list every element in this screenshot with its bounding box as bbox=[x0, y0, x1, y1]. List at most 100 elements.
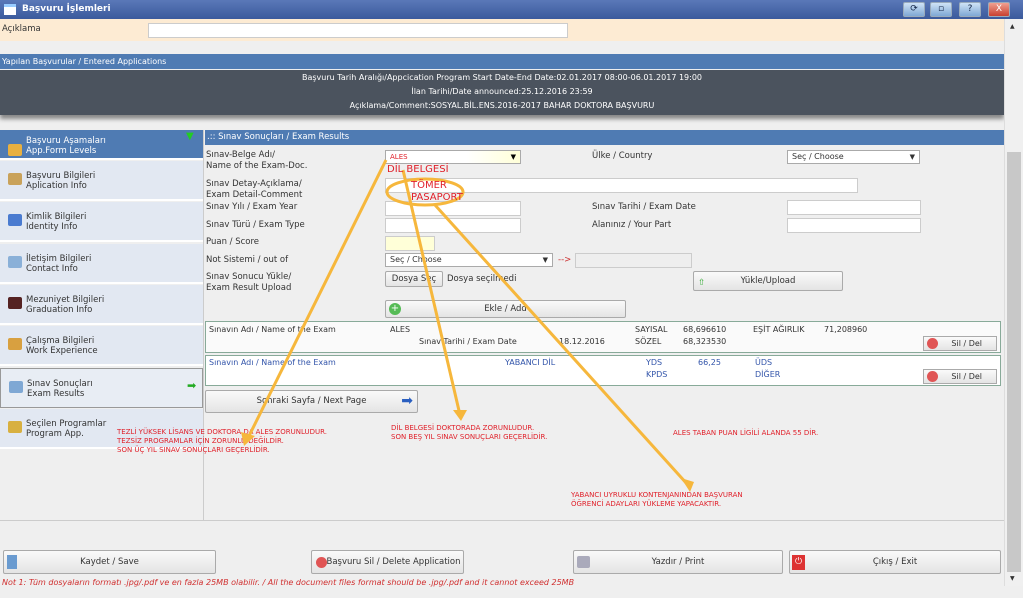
exam-name-label: Sınav-Belge Adı/Name of the Exam-Doc. bbox=[206, 150, 307, 172]
type-input[interactable] bbox=[385, 218, 521, 233]
exam-name-label-l2: Name of the Exam-Doc. bbox=[206, 161, 308, 171]
window-icon bbox=[4, 4, 16, 15]
score-input[interactable] bbox=[385, 236, 435, 251]
score-label: Puan / Score bbox=[206, 237, 260, 247]
result-value: 71,208960 bbox=[824, 325, 868, 334]
note-line: TEZSİZ PROGRAMLAR İÇİN ZORUNLU DEĞİLDİR. bbox=[117, 437, 284, 445]
upload-button[interactable]: ⇧ Yükle/Upload bbox=[693, 271, 843, 291]
sidebar-item-sublabel: Identity Info bbox=[26, 222, 78, 233]
sidebar-item-icon bbox=[9, 380, 23, 393]
result-key: SAYISAL bbox=[635, 325, 668, 334]
arrow-right-icon: ➡ bbox=[401, 393, 413, 409]
chevron-down-icon: ▼ bbox=[510, 153, 516, 161]
floppy-icon bbox=[7, 555, 17, 569]
delete-icon bbox=[316, 557, 327, 568]
chevron-down-icon: ▼ bbox=[909, 153, 915, 161]
close-icon[interactable]: X bbox=[988, 2, 1010, 17]
result-key: ÜDS bbox=[755, 358, 773, 367]
plus-icon: + bbox=[389, 303, 401, 315]
window-titlebar: Başvuru İşlemleri bbox=[0, 0, 1023, 19]
upload-label: Sınav Sonucu Yükle/Exam Result Upload bbox=[206, 272, 291, 294]
result-value: 68,696610 bbox=[683, 325, 727, 334]
description-input[interactable] bbox=[148, 23, 568, 38]
folder-icon bbox=[8, 144, 22, 156]
exit-label: Çıkış / Exit bbox=[872, 557, 918, 567]
result-value: 68,323530 bbox=[683, 337, 727, 346]
result-row: Sınavın Adı / Name of the Exam ALES Sına… bbox=[205, 321, 1001, 353]
save-button[interactable]: Kaydet / Save bbox=[3, 550, 216, 574]
sidebar-item[interactable]: Başvuru Bilgileri Aplication Info bbox=[0, 161, 203, 201]
sidebar-item-sublabel: Exam Results bbox=[27, 388, 85, 399]
sidebar-item-label: Kimlik Bilgileri bbox=[26, 212, 87, 223]
scrollbar-thumb[interactable] bbox=[1007, 152, 1021, 572]
exam-name-select[interactable]: ALES ▼ bbox=[385, 150, 521, 164]
upload-arrow-icon: ⇧ bbox=[698, 278, 706, 288]
sidebar-item-icon bbox=[8, 255, 22, 268]
exit-button[interactable]: ⏻ Çıkış / Exit bbox=[789, 550, 1001, 574]
window-title: Başvuru İşlemleri bbox=[22, 4, 111, 14]
info-date-range: Başvuru Tarih Aralığı/Appcication Progra… bbox=[301, 73, 703, 82]
scroll-down-icon[interactable]: ▼ bbox=[1010, 575, 1015, 582]
country-label: Ülke / Country bbox=[592, 151, 653, 161]
result-date: 18.12.2016 bbox=[559, 337, 605, 346]
sidebar-item[interactable]: İletişim Bilgileri Contact Info bbox=[0, 243, 203, 284]
dropdown-option[interactable]: TÖMER bbox=[411, 180, 447, 191]
scrollbar[interactable]: ▲ ▼ bbox=[1004, 19, 1023, 586]
refresh-icon[interactable]: ⟳ bbox=[903, 2, 925, 17]
delete-application-button[interactable]: Başvuru Sil / Delete Application bbox=[311, 550, 464, 574]
next-page-button[interactable]: Sonraki Sayfa / Next Page ➡ bbox=[205, 390, 418, 413]
sidebar-header-l1: Başvuru Aşamaları bbox=[26, 136, 106, 146]
country-value: Seç / Choose bbox=[792, 152, 844, 161]
maximize-icon[interactable]: ▫ bbox=[930, 2, 952, 17]
part-input[interactable] bbox=[787, 218, 921, 233]
sidebar-item-icon bbox=[8, 338, 22, 351]
dropdown-option[interactable]: DİL BELGESİ bbox=[387, 164, 449, 175]
sidebar-item[interactable]: Mezuniyet Bilgileri Graduation Info bbox=[0, 284, 203, 325]
sidebar-item[interactable]: Sınav Sonuçları Exam Results ➡ bbox=[0, 367, 203, 408]
note-ales-min: ALES TABAN PUAN LİGİLİ ALANDA 55 DİR. bbox=[673, 429, 819, 437]
result-date-label: Sınav Tarihi / Exam Date bbox=[419, 337, 517, 346]
delete-label: Sil / Del bbox=[951, 372, 982, 381]
grading-select[interactable]: Seç / Choose ▼ bbox=[385, 253, 553, 267]
detail-label-l2: Exam Detail-Comment bbox=[206, 190, 303, 200]
exam-date-input[interactable] bbox=[787, 200, 921, 215]
sidebar-header-l2: App.Form Levels bbox=[26, 146, 97, 156]
delete-result-button[interactable]: Sil / Del bbox=[923, 336, 997, 351]
delete-result-button[interactable]: Sil / Del bbox=[923, 369, 997, 384]
delete-icon bbox=[927, 371, 938, 382]
arrow-text: --> bbox=[558, 255, 572, 265]
note-foreign: YABANCI UYRUKLU KONTENJANINDAN BAŞVURAN Ö… bbox=[571, 491, 743, 509]
sidebar-item-sublabel: Program App. bbox=[26, 428, 84, 439]
country-select[interactable]: Seç / Choose ▼ bbox=[787, 150, 920, 164]
detail-label-l1: Sınav Detay-Açıklama/ bbox=[206, 179, 302, 189]
sidebar-item-label: Sınav Sonuçları bbox=[27, 378, 93, 389]
note-line: DİL BELGESİ DOKTORADA ZORUNLUDUR. bbox=[391, 424, 535, 432]
note-line: YABANCI UYRUKLU KONTENJANINDAN BAŞVURAN bbox=[571, 491, 743, 499]
file-status: Dosya seçilmedi bbox=[447, 274, 517, 284]
printer-icon bbox=[577, 556, 590, 568]
dropdown-option[interactable]: PASAPORT bbox=[411, 192, 463, 203]
print-button[interactable]: Yazdır / Print bbox=[573, 550, 783, 574]
result-key: YDS bbox=[646, 358, 663, 367]
sidebar-item[interactable]: Çalışma Bilgileri Work Experience bbox=[0, 326, 203, 367]
sidebar-item-sublabel: Aplication Info bbox=[26, 181, 87, 191]
sidebar-item-sublabel: Graduation Info bbox=[26, 304, 93, 315]
year-input[interactable] bbox=[385, 201, 521, 216]
divider bbox=[0, 520, 1004, 521]
note-language: DİL BELGESİ DOKTORADA ZORUNLUDUR. SON BEŞ… bbox=[391, 424, 547, 442]
result-name-label: Sınavın Adı / Name of the Exam bbox=[209, 358, 336, 367]
scroll-up-icon[interactable]: ▲ bbox=[1010, 23, 1015, 30]
detail-input[interactable] bbox=[385, 178, 858, 193]
help-icon[interactable]: ? bbox=[959, 2, 981, 17]
sidebar-item[interactable]: Kimlik Bilgileri Identity Info bbox=[0, 202, 203, 243]
exam-date-label: Sınav Tarihi / Exam Date bbox=[592, 202, 696, 212]
part-label: Alanınız / Your Part bbox=[592, 220, 672, 230]
info-announced: İlan Tarihi/Date announced:25.12.2016 23… bbox=[411, 87, 593, 96]
exam-name-value: ALES bbox=[390, 153, 408, 161]
description-row: Açıklama bbox=[0, 19, 1004, 41]
choose-file-button[interactable]: Dosya Seç bbox=[385, 271, 443, 287]
add-button[interactable]: + Ekle / Add bbox=[385, 300, 626, 318]
result-row: Sınavın Adı / Name of the Exam YABANCI D… bbox=[205, 355, 1001, 386]
note-line: SON BEŞ YIL SINAV SONUÇLARI GEÇERLİDİR. bbox=[391, 433, 548, 441]
application-info-panel: Başvuru Tarih Aralığı/Appcication Progra… bbox=[0, 70, 1004, 115]
